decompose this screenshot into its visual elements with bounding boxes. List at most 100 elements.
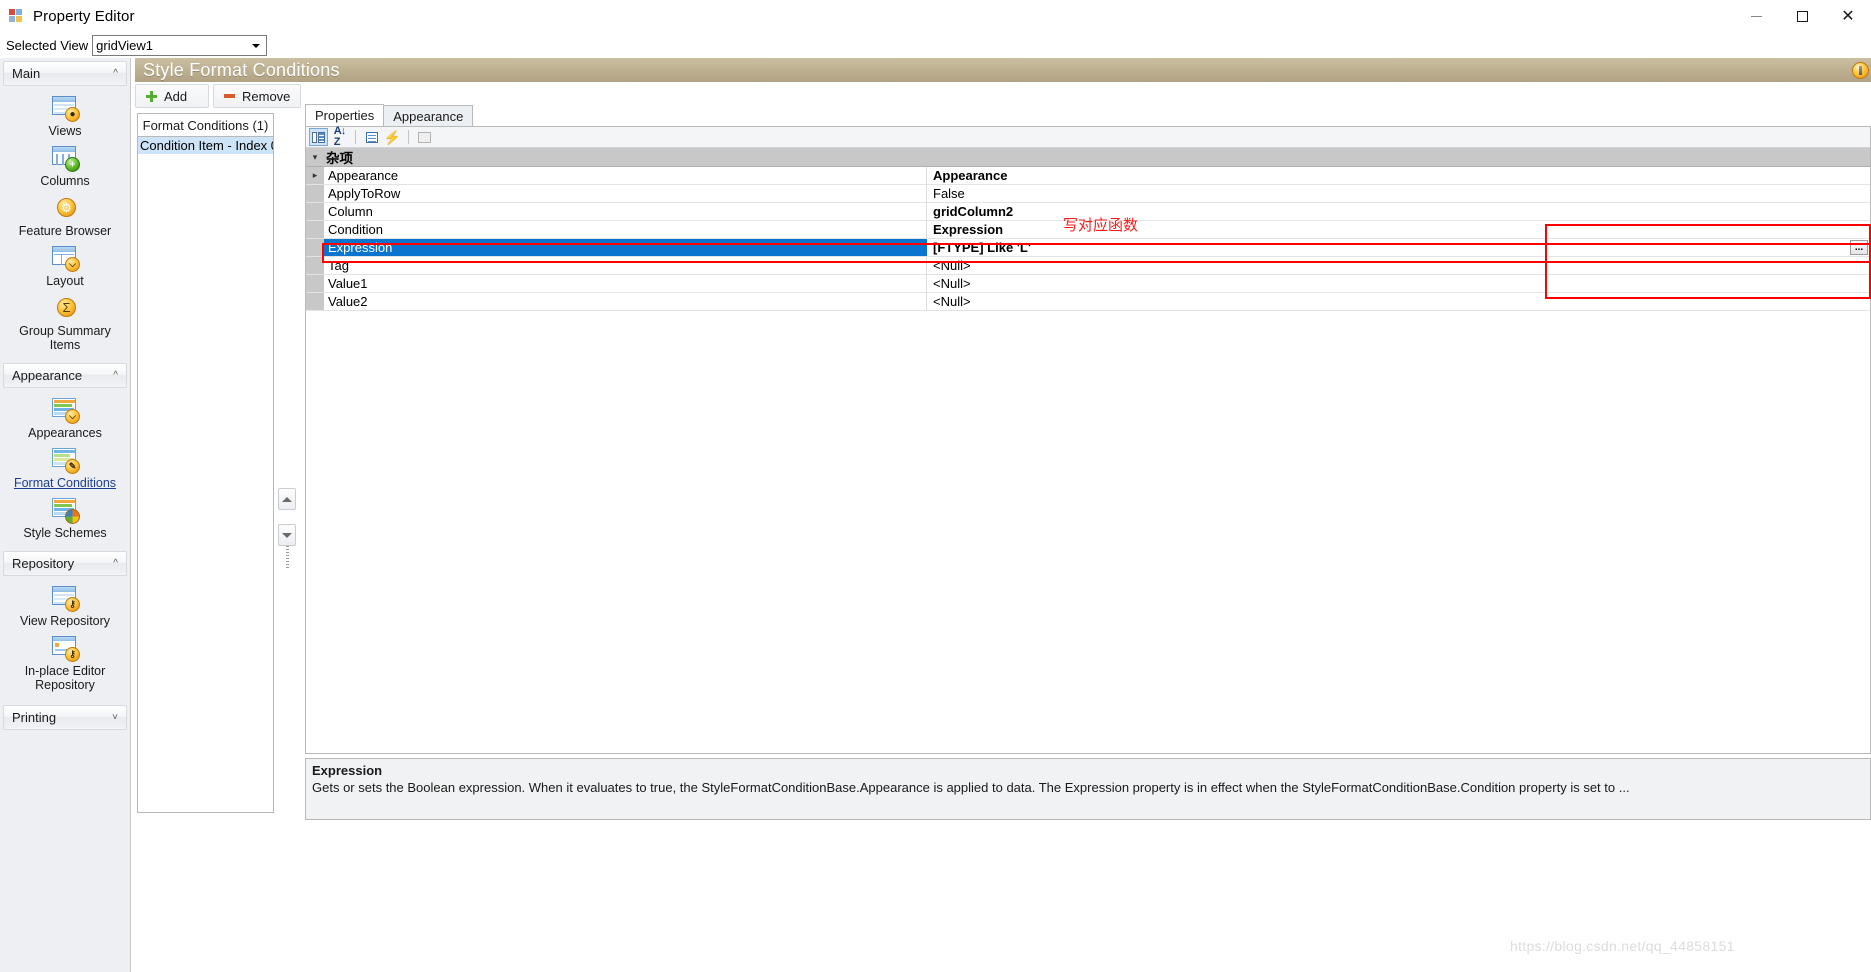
- property-editor-icon: [9, 8, 25, 25]
- table-row[interactable]: Value1 <Null>: [306, 275, 1870, 293]
- table-row[interactable]: ApplyToRow False: [306, 185, 1870, 203]
- maximize-button[interactable]: [1779, 0, 1825, 33]
- title-bar: Property Editor ✕: [0, 0, 1871, 33]
- property-grid-tabs: Properties Appearance: [305, 104, 1871, 126]
- selected-view-combobox[interactable]: gridView1: [92, 35, 268, 56]
- chevron-up-icon: ^: [113, 67, 118, 79]
- splitter-controls: [278, 488, 298, 608]
- alphabetical-sort-button[interactable]: A↓ Z: [330, 125, 349, 148]
- property-name: Tag: [324, 257, 927, 274]
- view-repository-icon: ⚷: [50, 585, 80, 612]
- remove-button[interactable]: Remove: [213, 84, 302, 108]
- row-gutter: [306, 275, 324, 292]
- chevron-down-icon: [282, 532, 292, 538]
- table-row-selected[interactable]: Expression [FTYPE] Like 'L' ...: [306, 239, 1870, 257]
- property-value-text: [FTYPE] Like 'L': [933, 240, 1031, 255]
- sidebar-item-feature-browser[interactable]: ⚙ Feature Browser: [0, 192, 130, 242]
- table-row[interactable]: Tag <Null>: [306, 257, 1870, 275]
- sidebar-item-views[interactable]: ● Views: [0, 92, 130, 142]
- events-button[interactable]: ⚡: [383, 128, 402, 146]
- property-value[interactable]: False: [927, 185, 1870, 202]
- property-name: Column: [324, 203, 927, 220]
- format-conditions-list[interactable]: Condition Item - Index 0: [137, 136, 274, 813]
- sort-az-icon: A↓ Z: [333, 125, 346, 148]
- command-toolbar: Add Remove: [135, 84, 302, 109]
- annotation-label: 写对应函数: [1063, 216, 1139, 234]
- sidebar-item-label: Layout: [46, 274, 84, 288]
- description-pane-icon: [418, 131, 431, 143]
- appearances-icon: ⌵: [50, 397, 80, 424]
- row-gutter: [306, 185, 324, 202]
- window-title: Property Editor: [33, 8, 135, 25]
- sidebar-item-label: Feature Browser: [18, 224, 112, 238]
- chevron-down-icon: [252, 43, 261, 48]
- sidebar-group-label: Appearance: [12, 368, 83, 383]
- sidebar-item-label: In-place Editor Repository: [24, 664, 106, 692]
- window-controls: ✕: [1733, 0, 1871, 33]
- sidebar-item-in-place-editor-repository[interactable]: ⚷ In-place Editor Repository: [0, 632, 130, 696]
- scroll-up-button[interactable]: [278, 488, 296, 510]
- row-gutter: [306, 203, 324, 220]
- description-toggle-button[interactable]: [415, 128, 434, 146]
- list-item[interactable]: Condition Item - Index 0: [138, 137, 273, 154]
- feature-browser-icon: ⚙: [50, 195, 80, 222]
- sidebar-group-label: Repository: [12, 556, 75, 571]
- table-row[interactable]: ▸ Appearance Appearance: [306, 167, 1870, 185]
- sidebar-item-view-repository[interactable]: ⚷ View Repository: [0, 582, 130, 632]
- property-name: Value2: [324, 293, 927, 310]
- categorized-icon: [312, 131, 325, 143]
- sidebar-group-main[interactable]: Main ^: [3, 61, 127, 86]
- property-value[interactable]: Appearance: [927, 167, 1870, 184]
- page-title: Style Format Conditions: [143, 59, 340, 80]
- row-gutter: [306, 293, 324, 310]
- section-banner: Style Format Conditions: [135, 58, 1871, 82]
- chevron-up-icon: [282, 496, 292, 502]
- format-conditions-list-panel: Format Conditions (1) Condition Item - I…: [137, 113, 274, 813]
- sidebar-group-repository[interactable]: Repository ^: [3, 551, 127, 576]
- format-conditions-badge-icon: [1852, 61, 1869, 79]
- scroll-down-button[interactable]: [278, 524, 296, 546]
- expression-editor-button[interactable]: ...: [1850, 240, 1868, 255]
- splitter-grip[interactable]: [286, 546, 289, 568]
- table-row[interactable]: Value2 <Null>: [306, 293, 1870, 311]
- tab-appearance[interactable]: Appearance: [383, 105, 474, 126]
- format-conditions-list-header: Format Conditions (1): [137, 113, 274, 136]
- property-value[interactable]: <Null>: [927, 293, 1870, 310]
- property-grid-toolbar: A↓ Z ⚡: [306, 125, 1870, 148]
- sidebar-item-label: Appearances: [28, 426, 102, 440]
- sidebar-item-format-conditions[interactable]: ✎ Format Conditions: [0, 444, 130, 494]
- description-title: Expression: [312, 763, 383, 778]
- property-pages-button[interactable]: [362, 128, 381, 146]
- sidebar-item-layout[interactable]: ⌵ Layout: [0, 242, 130, 292]
- close-button[interactable]: ✕: [1825, 0, 1871, 33]
- property-name: ApplyToRow: [324, 185, 927, 202]
- sidebar-item-group-summary-items[interactable]: Σ Group Summary Items: [0, 292, 130, 356]
- selected-view-label: Selected View: [6, 38, 89, 53]
- sidebar-item-label: View Repository: [19, 614, 111, 628]
- sidebar-group-appearance[interactable]: Appearance ^: [3, 363, 127, 388]
- watermark: https://blog.csdn.net/qq_44858151: [1510, 938, 1735, 954]
- sidebar-item-columns[interactable]: + Columns: [0, 142, 130, 192]
- plus-icon: [146, 90, 157, 102]
- sidebar-item-style-schemes[interactable]: Style Schemes: [0, 494, 130, 544]
- selected-view-row: Selected View gridView1: [0, 33, 1871, 58]
- chevron-down-icon[interactable]: ▾: [306, 148, 324, 166]
- property-value[interactable]: [FTYPE] Like 'L' ...: [927, 239, 1870, 256]
- sidebar-group-printing[interactable]: Printing ˅: [3, 705, 127, 730]
- property-category-row[interactable]: ▾ 杂项: [306, 148, 1870, 167]
- sidebar-items-repository: ⚷ View Repository ⚷ In-place Editor Repo…: [0, 576, 130, 696]
- group-summary-items-icon: Σ: [50, 295, 80, 322]
- add-button[interactable]: Add: [135, 84, 209, 108]
- categorized-view-button[interactable]: [309, 128, 328, 146]
- remove-button-label: Remove: [242, 88, 291, 104]
- selected-view-value: gridView1: [96, 38, 154, 53]
- tab-properties[interactable]: Properties: [305, 104, 385, 126]
- sidebar-item-label: Group Summary Items: [19, 324, 111, 352]
- minimize-button[interactable]: [1733, 0, 1779, 33]
- chevron-right-icon[interactable]: ▸: [306, 167, 324, 184]
- property-value[interactable]: <Null>: [927, 275, 1870, 292]
- property-value[interactable]: <Null>: [927, 257, 1870, 274]
- sidebar-group-label: Printing: [12, 710, 57, 725]
- chevron-up-icon: ^: [113, 369, 118, 381]
- sidebar-item-appearances[interactable]: ⌵ Appearances: [0, 394, 130, 444]
